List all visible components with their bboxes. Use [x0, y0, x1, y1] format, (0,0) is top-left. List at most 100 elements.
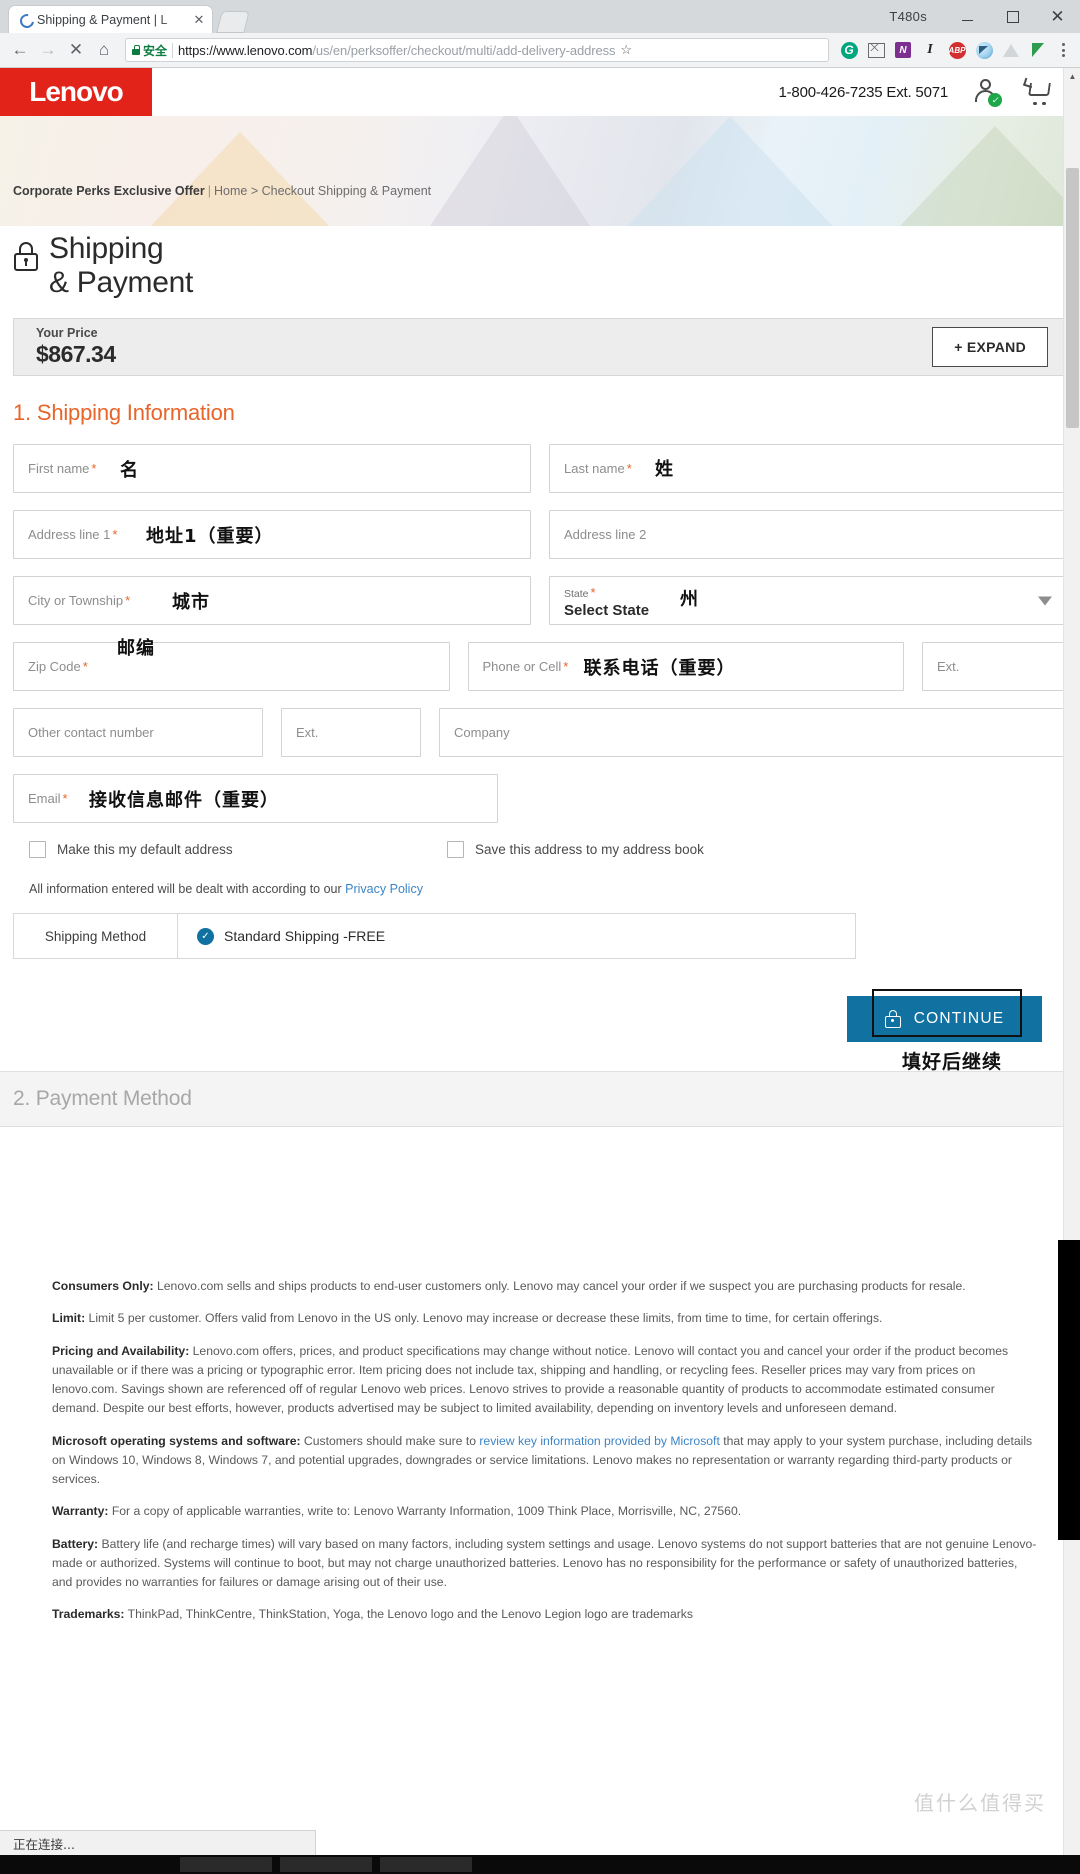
- required-marker: *: [563, 659, 569, 674]
- taskbar-item[interactable]: [380, 1857, 472, 1872]
- legal-heading: Limit:: [52, 1311, 86, 1326]
- back-icon[interactable]: ←: [6, 36, 34, 64]
- extensions-bar: G N I ABP: [836, 37, 1074, 63]
- form-row-city-state: City or Township * 城市 State * Select State…: [13, 576, 1067, 625]
- site-security-indicator[interactable]: 安全: [132, 42, 167, 59]
- required-marker: *: [590, 585, 596, 601]
- legal-heading: Trademarks:: [52, 1607, 125, 1622]
- legal-footer: Consumers Only: Lenovo.com sells and shi…: [0, 1277, 1080, 1625]
- legal-heading: Pricing and Availability:: [52, 1343, 190, 1358]
- browser-tab[interactable]: Shipping & Payment | L ✕: [8, 5, 213, 33]
- save-address-checkbox[interactable]: Save this address to my address book: [433, 841, 704, 858]
- page-scrollbar[interactable]: ▲ ▼: [1063, 68, 1080, 1874]
- new-tab-button[interactable]: [216, 11, 250, 33]
- email-label: Email: [28, 791, 61, 806]
- home-icon[interactable]: ⌂: [90, 36, 118, 64]
- phone-ext-input[interactable]: Ext.: [922, 642, 1067, 691]
- shipping-method-box: Shipping Method ✓ Standard Shipping -FRE…: [13, 913, 856, 959]
- address-line-1-input[interactable]: Address line 1 * 地址1（重要）: [13, 510, 531, 559]
- state-select[interactable]: State * Select State 州: [549, 576, 1067, 625]
- os-taskbar[interactable]: [0, 1855, 1080, 1874]
- evernote-extension-icon[interactable]: I: [917, 37, 943, 63]
- price-label: Your Price: [36, 326, 98, 340]
- chrome-menu-icon[interactable]: [1052, 43, 1074, 57]
- save-address-label: Save this address to my address book: [475, 842, 704, 857]
- default-address-checkbox[interactable]: Make this my default address: [13, 841, 433, 858]
- gmail-checker-extension-icon[interactable]: [863, 37, 889, 63]
- window-close-button[interactable]: ✕: [1035, 0, 1080, 33]
- address-line-2-input[interactable]: Address line 2: [549, 510, 1067, 559]
- address-line-2-label: Address line 2: [564, 527, 647, 542]
- legal-text: Lenovo.com offers, prices, and product s…: [52, 1343, 1009, 1416]
- maximize-button[interactable]: [990, 0, 1035, 33]
- address-bar[interactable]: 安全 https://www.lenovo.com/us/en/perksoff…: [125, 38, 829, 62]
- microsoft-info-link[interactable]: review key information provided by Micro…: [479, 1434, 719, 1448]
- first-name-input[interactable]: First name * 名: [13, 444, 531, 493]
- breadcrumb: Corporate Perks Exclusive Offer | Home > C…: [13, 184, 431, 198]
- url-text: https://www.lenovo.com/us/en/perksoffer/…: [178, 43, 615, 58]
- email-input[interactable]: Email * 接收信息邮件（重要）: [13, 774, 498, 823]
- zip-code-input[interactable]: Zip Code * 邮编: [13, 638, 450, 691]
- site-masthead: Lenovo 1-800-426-7235 Ext. 5071 ✓: [0, 68, 1080, 116]
- annotation-last-name: 姓: [655, 459, 674, 480]
- onenote-extension-icon[interactable]: N: [890, 37, 916, 63]
- required-marker: *: [112, 527, 118, 542]
- address-line-1-label: Address line 1: [28, 527, 111, 542]
- lenovo-logo[interactable]: Lenovo: [0, 68, 152, 116]
- masthead-right: 1-800-426-7235 Ext. 5071 ✓: [779, 68, 1055, 116]
- state-label: State *: [564, 585, 596, 601]
- bookmark-star-icon[interactable]: ☆: [620, 42, 632, 58]
- drive-extension-icon[interactable]: [998, 37, 1024, 63]
- page-title-line2: & Payment: [49, 266, 194, 300]
- phone-ext-label: Ext.: [937, 659, 960, 674]
- shopping-cart-icon[interactable]: [1022, 77, 1054, 105]
- company-input[interactable]: Company: [439, 708, 1067, 757]
- page-title: Shipping & Payment: [49, 232, 193, 300]
- url-path: /us/en/perksoffer/checkout/multi/add-del…: [312, 42, 616, 58]
- minimize-button[interactable]: [945, 0, 990, 33]
- taskbar-item[interactable]: [280, 1857, 372, 1872]
- window-caption: T480s ✕: [889, 0, 1080, 33]
- last-name-input[interactable]: Last name * 姓: [549, 444, 1067, 493]
- loading-spinner-icon: [19, 13, 32, 26]
- legal-text: Customers should make sure to: [300, 1433, 480, 1448]
- breadcrumb-divider: |: [207, 184, 211, 198]
- adblock-plus-extension-icon[interactable]: ABP: [944, 37, 970, 63]
- browser-tab-title: Shipping & Payment | L: [37, 12, 168, 27]
- scrollbar-thumb[interactable]: [1066, 168, 1079, 428]
- forward-icon[interactable]: →: [34, 36, 62, 64]
- stop-icon[interactable]: ✕: [62, 36, 90, 64]
- scroll-up-icon[interactable]: ▲: [1064, 68, 1080, 85]
- legal-heading: Consumers Only:: [52, 1279, 154, 1293]
- payment-section-title: 2. Payment Method: [13, 1087, 192, 1110]
- screenshot-root: Shipping & Payment | L ✕ T480s ✕ ← → ✕ ⌂…: [0, 0, 1080, 1874]
- legal-paragraph: Warranty: For a copy of applicable warra…: [52, 1502, 1040, 1521]
- shipping-method-label: Shipping Method: [14, 914, 178, 958]
- city-input[interactable]: City or Township * 城市: [13, 576, 531, 625]
- page-title-area: Shipping & Payment: [0, 226, 1080, 318]
- chevron-down-icon[interactable]: [1038, 596, 1052, 605]
- expand-button[interactable]: + EXPAND: [932, 327, 1048, 367]
- green-extension-icon[interactable]: [1025, 37, 1051, 63]
- window-edge-gutter: [1058, 1240, 1080, 1540]
- other-contact-input[interactable]: Other contact number: [13, 708, 263, 757]
- radio-selected-icon[interactable]: ✓: [197, 927, 214, 945]
- legal-text: Battery life (and recharge times) will v…: [52, 1536, 1037, 1590]
- close-icon[interactable]: ✕: [192, 13, 206, 27]
- grammarly-extension-icon[interactable]: G: [836, 37, 862, 63]
- omnibox-divider: [172, 42, 174, 58]
- shipping-method-option[interactable]: ✓ Standard Shipping -FREE: [178, 914, 385, 958]
- form-row-other-company: Other contact number Ext. Company: [13, 708, 1067, 757]
- secure-lock-icon: [13, 242, 39, 272]
- payment-method-section[interactable]: 2. Payment Method: [0, 1071, 1080, 1127]
- checkbox-icon[interactable]: [29, 841, 46, 858]
- taskbar-item[interactable]: [180, 1857, 272, 1872]
- browser-tab-strip: Shipping & Payment | L ✕ T480s ✕: [0, 0, 1080, 33]
- other-ext-input[interactable]: Ext.: [281, 708, 421, 757]
- account-verified-icon[interactable]: ✓: [972, 78, 1002, 107]
- checkbox-icon[interactable]: [447, 841, 464, 858]
- shark-extension-icon[interactable]: [971, 37, 997, 63]
- phone-input[interactable]: Phone or Cell * 联系电话（重要）: [467, 642, 904, 691]
- privacy-policy-link[interactable]: Privacy Policy: [345, 882, 423, 896]
- legal-paragraph: Trademarks: ThinkPad, ThinkCentre, Think…: [52, 1605, 1040, 1624]
